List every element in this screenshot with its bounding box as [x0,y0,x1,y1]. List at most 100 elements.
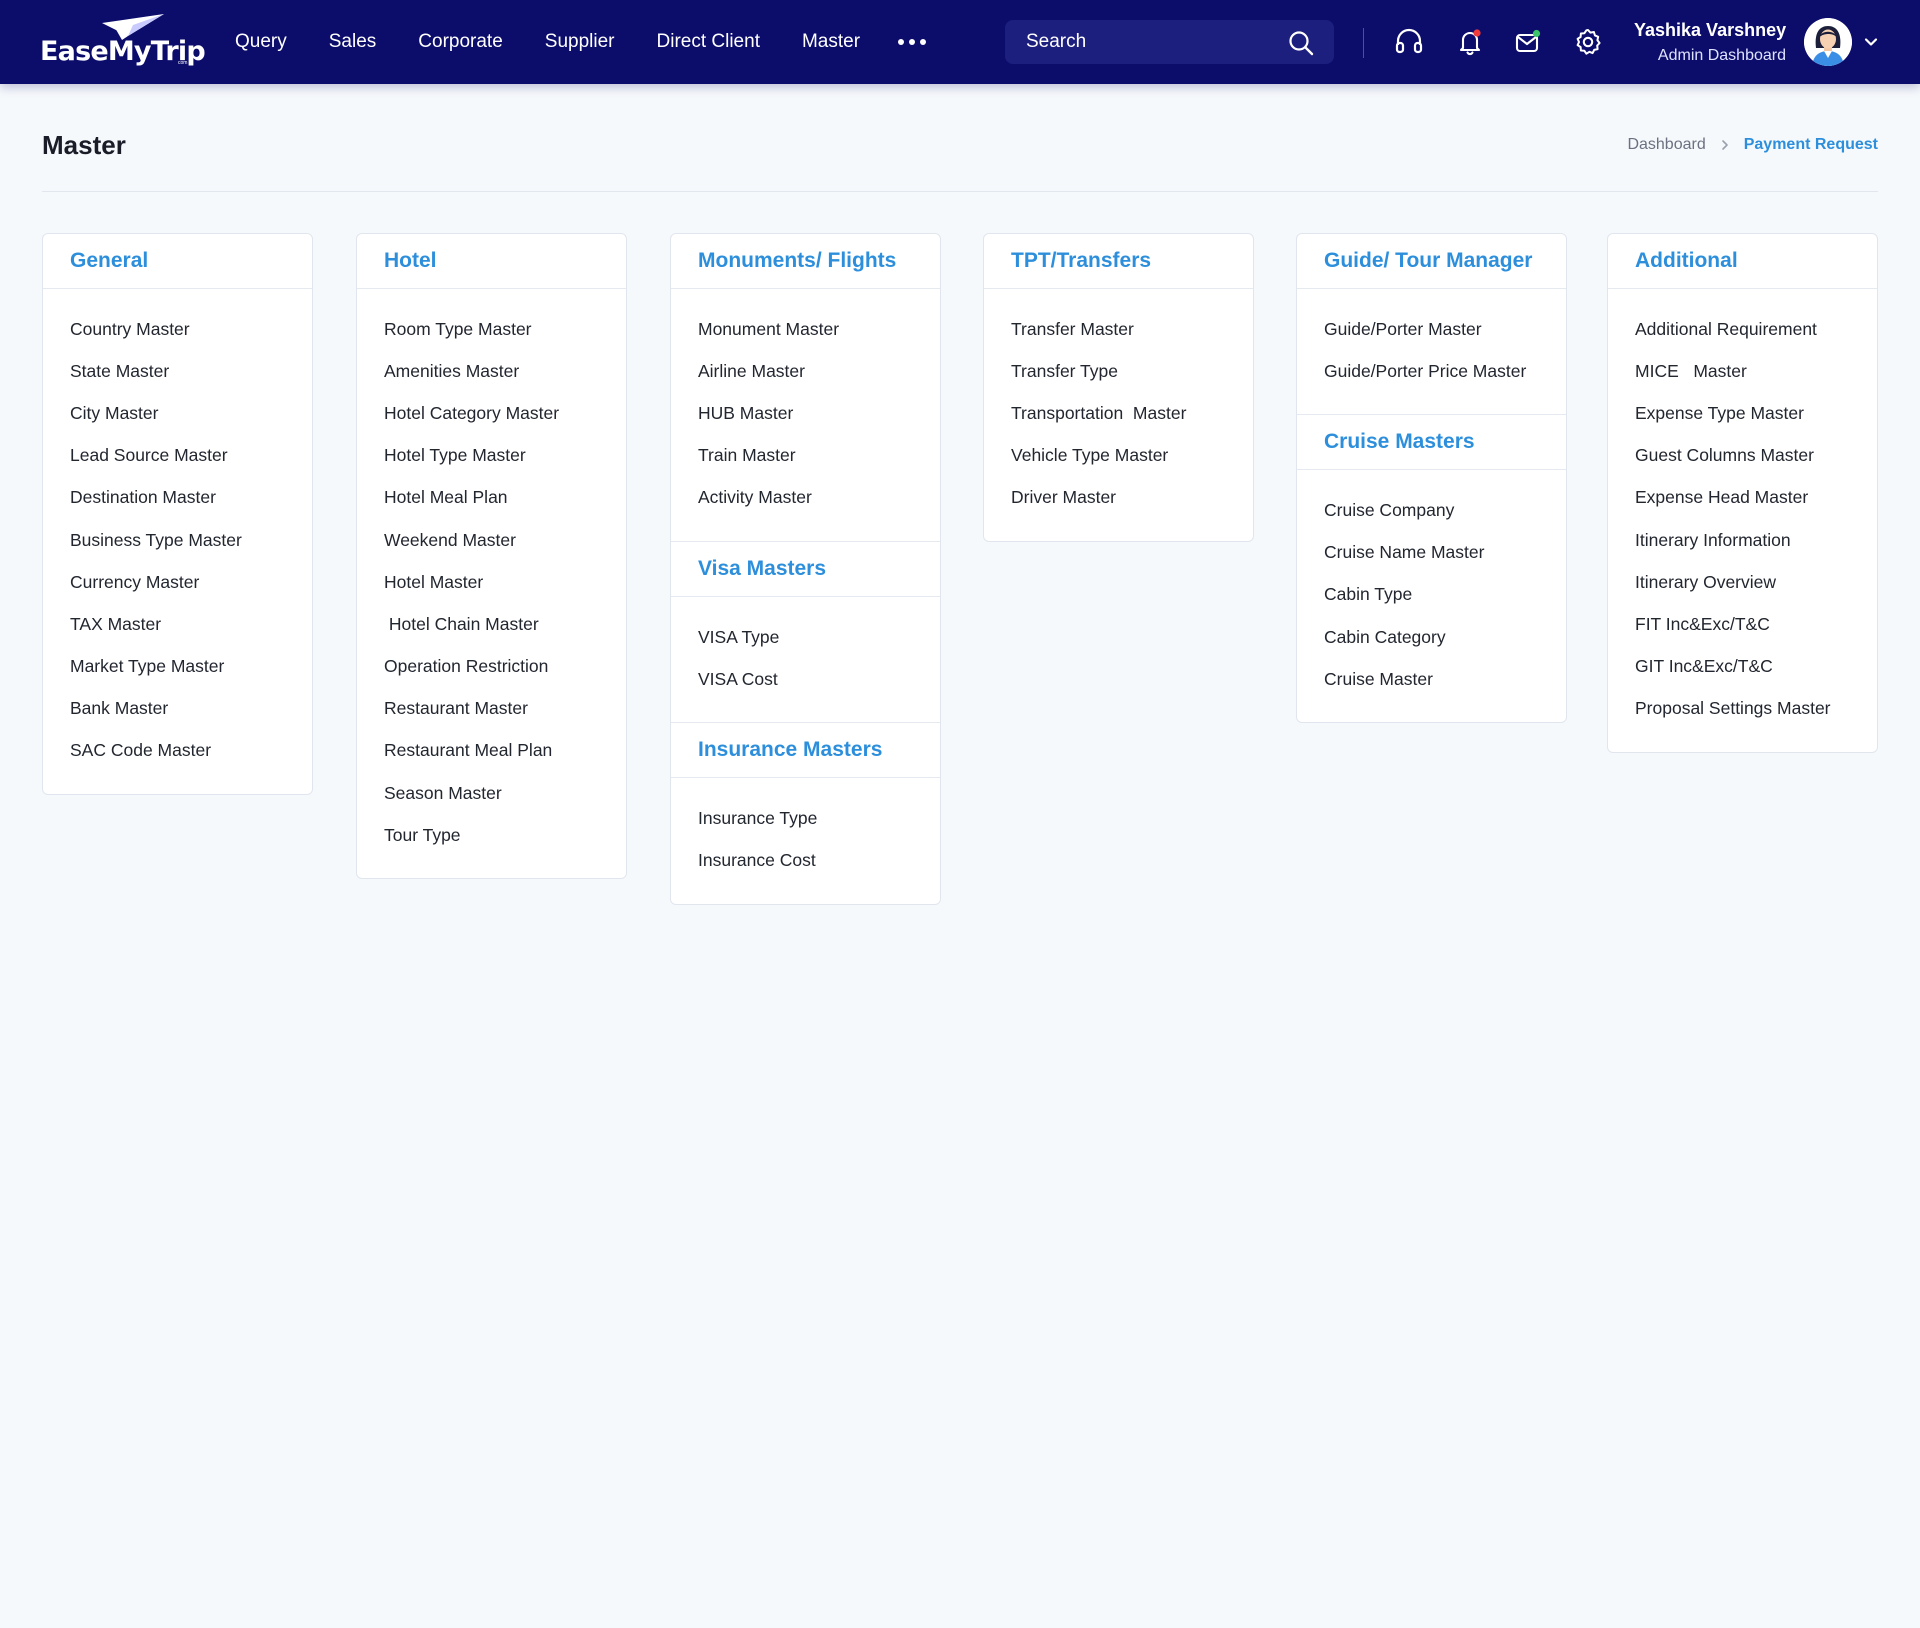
additional-link-itinerary-overview[interactable]: Itinerary Overview [1635,561,1877,603]
general-link-business-type-master[interactable]: Business Type Master [70,519,312,561]
list-general: Country Master State Master City Master Lea… [43,289,312,794]
additional-link-expense-head-master[interactable]: Expense Head Master [1635,477,1877,519]
general-link-tax-master[interactable]: TAX Master [70,603,312,645]
nav-item-corporate[interactable]: Corporate [418,31,503,53]
additional-link-expense-type-master[interactable]: Expense Type Master [1635,392,1877,434]
card-title-tpt-transfers: TPT/Transfers [984,234,1253,289]
general-link-market-type-master[interactable]: Market Type Master [70,646,312,688]
additional-link-fit-inc-exc-t-c[interactable]: FIT Inc&Exc/T&C [1635,603,1877,645]
list-guide-tour-manager: Guide/Porter Master Guide/Porter Price Ma… [1297,289,1566,414]
section-hotel: Hotel Room Type Master Amenities Master Ho… [357,234,626,878]
message-dot [1532,29,1541,38]
card-title-guide-tour-manager: Guide/ Tour Manager [1297,234,1566,289]
general-link-currency-master[interactable]: Currency Master [70,561,312,603]
chevron-right-icon [1721,140,1728,150]
more-menu-icon[interactable] [898,32,927,52]
general-link-country-master[interactable]: Country Master [70,308,312,350]
card-additional: Additional Additional Requirement MICE Ma… [1607,233,1878,753]
transfers-link-transfer-master[interactable]: Transfer Master [1011,308,1253,350]
monuments-link-hub-master[interactable]: HUB Master [698,392,940,434]
visa-link-visa-type[interactable]: VISA Type [698,616,940,658]
nav-item-sales[interactable]: Sales [329,31,377,53]
transfers-link-transfer-type[interactable]: Transfer Type [1011,350,1253,392]
hotel-link-hotel-type-master[interactable]: Hotel Type Master [384,435,626,477]
breadcrumb-dashboard-link[interactable]: Dashboard [1627,136,1705,154]
hotel-link-operation-restriction[interactable]: Operation Restriction [384,646,626,688]
transfers-link-driver-master[interactable]: Driver Master [1011,477,1253,519]
card-title-monuments-flights: Monuments/ Flights [671,234,940,289]
cruise-link-cruise-name-master[interactable]: Cruise Name Master [1324,532,1566,574]
chevron-down-icon[interactable] [1862,33,1880,51]
list-insurance-masters: Insurance Type Insurance Cost [671,778,940,903]
section-cruise-masters: Cruise Masters Cruise Company Cruise Name… [1297,414,1566,722]
user-role: Admin Dashboard [1657,47,1786,64]
guide-link-guide-porter-price-master[interactable]: Guide/Porter Price Master [1324,350,1566,392]
cruise-link-cabin-type[interactable]: Cabin Type [1324,574,1566,616]
cruise-link-cabin-category[interactable]: Cabin Category [1324,616,1566,658]
monuments-link-airline-master[interactable]: Airline Master [698,350,940,392]
additional-link-itinerary-information[interactable]: Itinerary Information [1635,519,1877,561]
monuments-link-train-master[interactable]: Train Master [698,435,940,477]
cruise-link-cruise-company[interactable]: Cruise Company [1324,489,1566,531]
hotel-link-hotel-category-master[interactable]: Hotel Category Master [384,392,626,434]
hotel-link-hotel-meal-plan[interactable]: Hotel Meal Plan [384,477,626,519]
search-icon[interactable] [1288,30,1314,56]
monuments-link-monument-master[interactable]: Monument Master [698,308,940,350]
topbar-divider [1363,28,1364,58]
gear-icon[interactable] [1572,26,1604,58]
hotel-link-hotel-master[interactable]: Hotel Master [384,561,626,603]
nav-item-supplier[interactable]: Supplier [545,31,615,53]
hotel-link-season-master[interactable]: Season Master [384,772,626,814]
general-link-destination-master[interactable]: Destination Master [70,477,312,519]
visa-link-visa-cost[interactable]: VISA Cost [698,658,940,700]
card-title-insurance-masters: Insurance Masters [671,723,940,779]
section-general: General Country Master State Master City M… [43,234,312,794]
additional-link-proposal-settings-master[interactable]: Proposal Settings Master [1635,688,1877,730]
breadcrumb: Dashboard Payment Request [1627,136,1878,154]
bell-icon[interactable] [1454,26,1486,58]
nav-item-master[interactable]: Master [802,31,860,53]
hotel-link-amenities-master[interactable]: Amenities Master [384,350,626,392]
top-navigation-bar: EaseMyTrip com Query Sales Corporate Sup… [0,0,1920,84]
hotel-link-hotel-chain-master[interactable]: Hotel Chain Master [384,603,626,645]
monuments-link-activity-master[interactable]: Activity Master [698,477,940,519]
additional-link-guest-columns-master[interactable]: Guest Columns Master [1635,435,1877,477]
hotel-link-restaurant-meal-plan[interactable]: Restaurant Meal Plan [384,730,626,772]
list-hotel: Room Type Master Amenities Master Hotel Ca… [357,289,626,878]
card-monuments-visa-insurance: Monuments/ Flights Monument Master Airlin… [670,233,941,905]
easemytrip-logo[interactable]: EaseMyTrip com [40,14,206,70]
hotel-link-restaurant-master[interactable]: Restaurant Master [384,688,626,730]
general-link-sac-code-master[interactable]: SAC Code Master [70,730,312,772]
card-tpt-transfers: TPT/Transfers Transfer Master Transfer Ty… [983,233,1254,542]
avatar[interactable] [1804,18,1852,66]
section-insurance-masters: Insurance Masters Insurance Type Insuranc… [671,722,940,903]
section-guide-tour-manager: Guide/ Tour Manager Guide/Porter Master G… [1297,234,1566,414]
general-link-bank-master[interactable]: Bank Master [70,688,312,730]
headset-icon[interactable] [1393,26,1425,58]
general-link-city-master[interactable]: City Master [70,392,312,434]
mail-icon[interactable] [1512,26,1544,58]
cruise-link-cruise-master[interactable]: Cruise Master [1324,658,1566,700]
additional-link-additional-requirement[interactable]: Additional Requirement [1635,308,1877,350]
search-input[interactable] [1026,31,1276,53]
transfers-link-transportation-master[interactable]: Transportation Master [1011,392,1253,434]
card-guide-cruise: Guide/ Tour Manager Guide/Porter Master G… [1296,233,1567,724]
hotel-link-room-type-master[interactable]: Room Type Master [384,308,626,350]
card-general: General Country Master State Master City M… [42,233,313,796]
guide-link-guide-porter-master[interactable]: Guide/Porter Master [1324,308,1566,350]
general-link-state-master[interactable]: State Master [70,350,312,392]
additional-link-git-inc-exc-t-c[interactable]: GIT Inc&Exc/T&C [1635,646,1877,688]
transfers-link-vehicle-type-master[interactable]: Vehicle Type Master [1011,435,1253,477]
breadcrumb-current: Payment Request [1743,136,1878,153]
insurance-link-insurance-type[interactable]: Insurance Type [698,797,940,839]
additional-link-mice-master[interactable]: MICE Master [1635,350,1877,392]
nav-item-direct-client[interactable]: Direct Client [657,31,760,53]
section-additional: Additional Additional Requirement MICE Ma… [1608,234,1877,752]
general-link-lead-source-master[interactable]: Lead Source Master [70,435,312,477]
nav-item-query[interactable]: Query [235,31,287,53]
page-title: Master [42,130,126,160]
notification-dot [1473,29,1481,37]
hotel-link-tour-type[interactable]: Tour Type [384,814,626,856]
hotel-link-weekend-master[interactable]: Weekend Master [384,519,626,561]
insurance-link-insurance-cost[interactable]: Insurance Cost [698,840,940,882]
